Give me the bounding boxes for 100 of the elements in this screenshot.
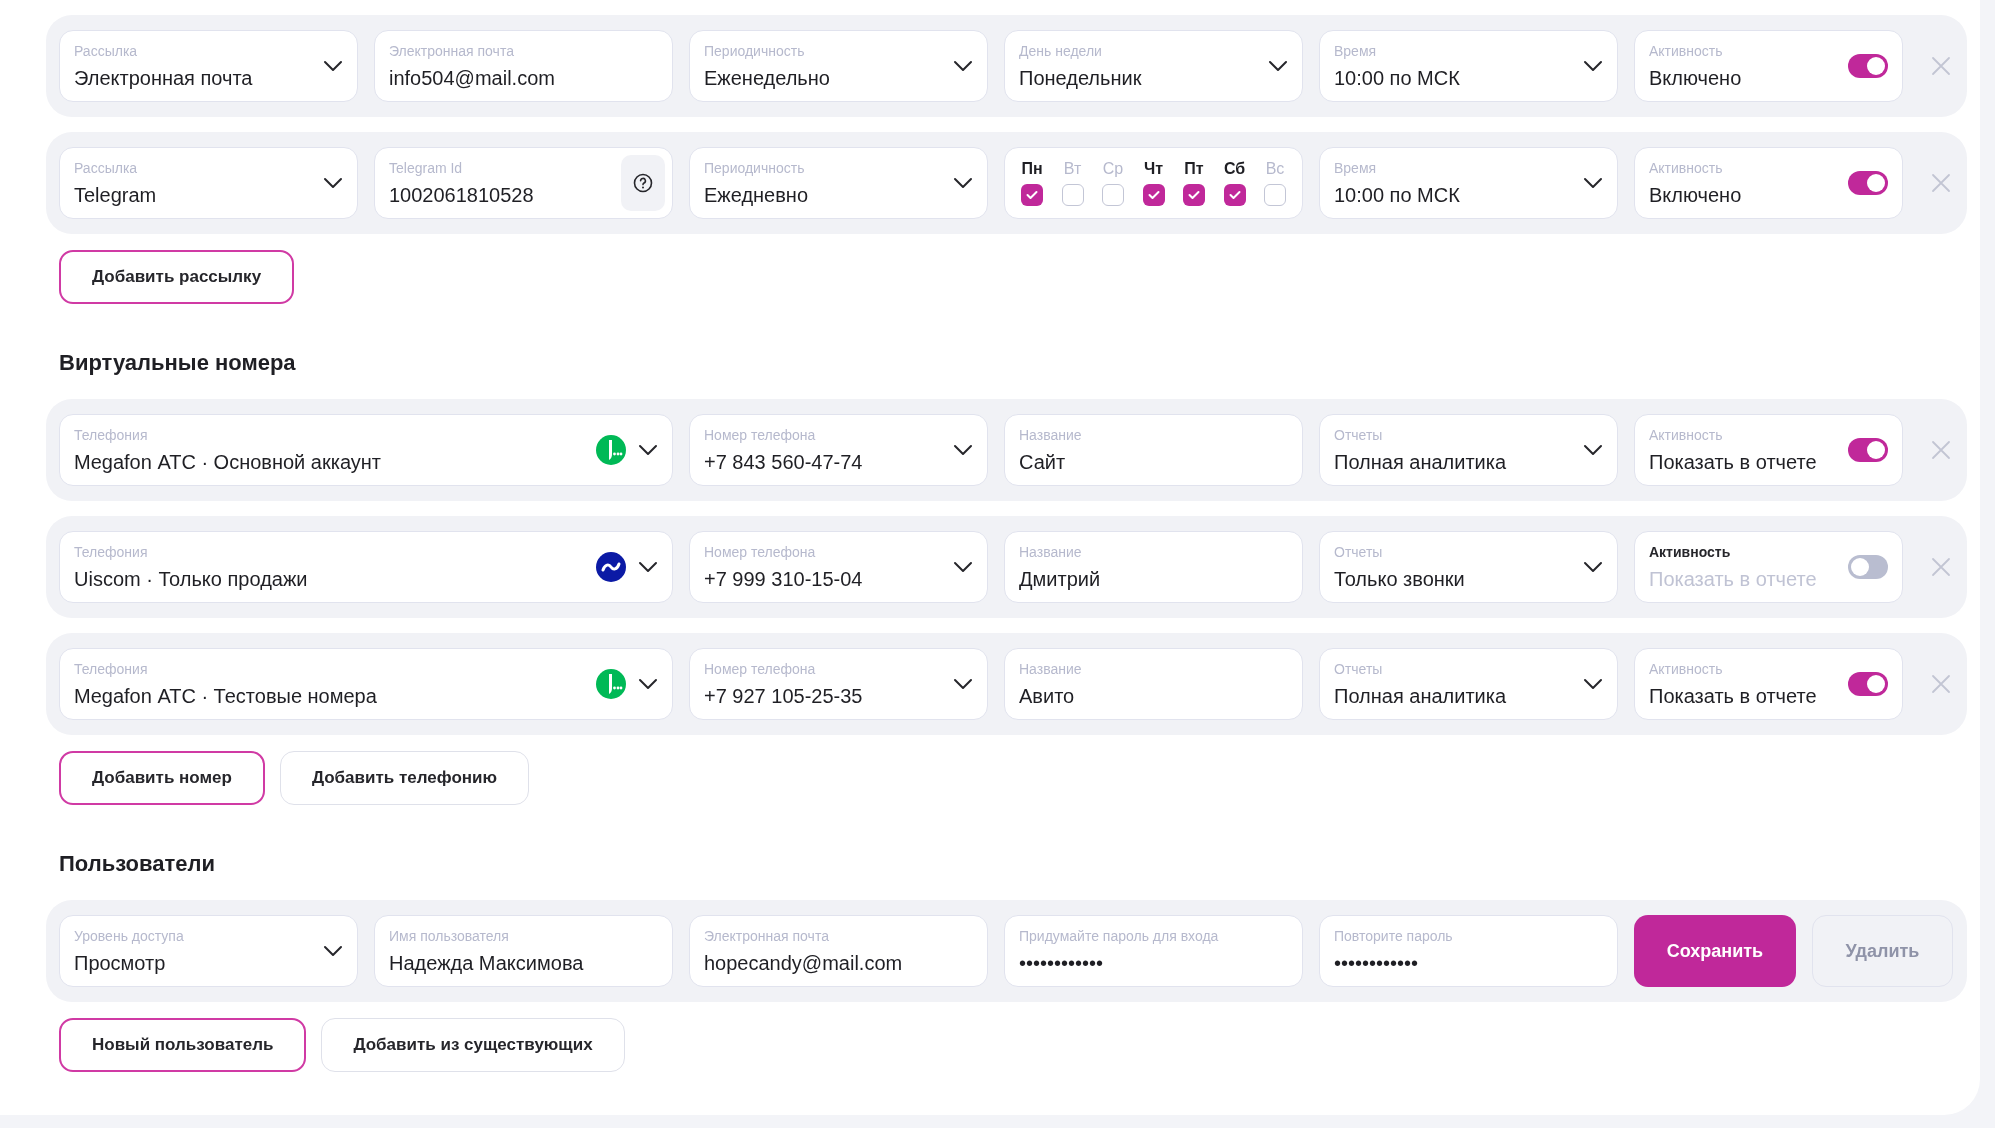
field-label: Активность (1649, 159, 1724, 177)
chevron-down-icon (953, 177, 973, 189)
checkbox[interactable] (1061, 184, 1084, 206)
field-value: Понедельник (1019, 66, 1143, 91)
field-label: Telegram Id (389, 159, 464, 177)
field-label: Уровень доступа (74, 927, 185, 945)
add-button[interactable]: Новый пользователь (59, 1018, 307, 1072)
input-field[interactable]: Имя пользователя Надежда Максимова (374, 915, 673, 987)
field-label: Активность (1649, 543, 1732, 561)
select-field[interactable]: Номер телефона +7 843 560-47-74 (689, 414, 988, 486)
select-field[interactable]: Время 10:00 по МСК (1319, 147, 1618, 219)
checkbox[interactable] (1264, 184, 1286, 206)
input-field[interactable]: Telegram Id 1002061810528 (374, 147, 673, 219)
field-value: Megafon АТС · Основной аккаунт (74, 450, 382, 475)
field-label: Активность (1649, 42, 1724, 60)
select-field[interactable]: Телефония Megafon АТС · Тестовые номера (59, 648, 673, 720)
chevron-down-icon (1583, 561, 1603, 573)
chevron-down-icon (323, 60, 343, 72)
input-field[interactable]: Название Дмитрий (1004, 531, 1303, 603)
toggle-switch[interactable] (1848, 54, 1888, 78)
input-field[interactable]: Электронная почта info504@mail.com (374, 30, 673, 102)
field-value: Просмотр (74, 951, 167, 976)
chevron-down-icon (1583, 177, 1603, 189)
toggle-field[interactable]: Активность Включено (1634, 30, 1903, 102)
password-field[interactable]: Повторите пароль •••••••••••• (1319, 915, 1618, 987)
toggle-field[interactable]: Активность Показать в отчете (1634, 414, 1903, 486)
chevron-down-icon (1583, 444, 1603, 456)
toggle-field[interactable]: Активность Показать в отчете (1634, 531, 1903, 603)
select-field[interactable]: Уровень доступа Просмотр (59, 915, 358, 987)
password-field[interactable]: Придумайте пароль для входа •••••••••••• (1004, 915, 1303, 987)
field-label: Телефония (74, 543, 149, 561)
field-label: Название (1019, 426, 1083, 444)
select-field[interactable]: День недели Понедельник (1004, 30, 1303, 102)
weekday-label: Сб (1223, 160, 1246, 178)
select-field[interactable]: Рассылка Telegram (59, 147, 358, 219)
check-icon (1147, 190, 1160, 200)
field-label: Название (1019, 660, 1083, 678)
field-value: •••••••••••• (1019, 951, 1105, 976)
field-label: Рассылка (74, 159, 139, 177)
input-field[interactable]: Название Сайт (1004, 414, 1303, 486)
field-value: Сайт (1019, 450, 1067, 475)
add-button[interactable]: Добавить телефонию (279, 751, 530, 805)
help-button[interactable] (621, 155, 665, 211)
select-field[interactable]: Отчеты Полная аналитика (1319, 648, 1618, 720)
checkbox[interactable] (1223, 184, 1246, 206)
add-button[interactable]: Добавить номер (59, 751, 265, 805)
field-value: Uiscom · Только продажи (74, 567, 309, 592)
toggle-switch[interactable] (1848, 672, 1888, 696)
select-field[interactable]: Отчеты Полная аналитика (1319, 414, 1618, 486)
toggle-field[interactable]: Активность Показать в отчете (1634, 648, 1903, 720)
field-value: +7 843 560-47-74 (704, 450, 864, 475)
field-label: Телефония (74, 660, 149, 678)
field-label: День недели (1019, 42, 1103, 60)
select-field[interactable]: Телефония Megafon АТС · Основной аккаунт (59, 414, 673, 486)
weekday-label: Чт (1143, 160, 1164, 178)
select-field[interactable]: Периодичность Ежедневно (689, 147, 988, 219)
field-label: Периодичность (704, 42, 806, 60)
field-value: Еженедельно (704, 66, 831, 91)
weekday-label: Пн (1021, 160, 1043, 178)
select-field[interactable]: Периодичность Еженедельно (689, 30, 988, 102)
toggle-field[interactable]: Активность Включено (1634, 147, 1903, 219)
add-button[interactable]: Добавить рассылку (59, 250, 295, 304)
field-value: Показать в отчете (1649, 567, 1818, 592)
toggle-switch[interactable] (1848, 171, 1888, 195)
select-field[interactable]: Рассылка Электронная почта (59, 30, 358, 102)
field-label: Отчеты (1334, 426, 1384, 444)
chevron-down-icon (1583, 60, 1603, 72)
chevron-down-icon (953, 444, 973, 456)
field-label: Отчеты (1334, 543, 1384, 561)
checkbox[interactable] (1021, 184, 1043, 206)
checkbox[interactable] (1183, 184, 1205, 206)
select-field[interactable]: Номер телефона +7 927 105-25-35 (689, 648, 988, 720)
toggle-switch[interactable] (1848, 438, 1888, 462)
field-label: Придумайте пароль для входа (1019, 927, 1220, 945)
chevron-down-icon (323, 177, 343, 189)
field-value: 10:00 по МСК (1334, 66, 1461, 91)
field-label: Название (1019, 543, 1083, 561)
checkbox[interactable] (1102, 184, 1124, 206)
input-field[interactable]: Название Авито (1004, 648, 1303, 720)
input-field[interactable]: Электронная почта hopecandy@mail.com (689, 915, 988, 987)
weekday-label: Пт (1184, 160, 1204, 178)
field-label: Повторите пароль (1334, 927, 1454, 945)
chevron-down-icon (953, 678, 973, 690)
select-field[interactable]: Телефония Uiscom · Только продажи (59, 531, 673, 603)
save-button[interactable]: Сохранить (1634, 915, 1796, 987)
field-label: Время (1334, 159, 1378, 177)
add-button[interactable]: Добавить из существующих (321, 1018, 625, 1072)
select-field[interactable]: Номер телефона +7 999 310-15-04 (689, 531, 988, 603)
field-value: Надежда Максимова (389, 951, 585, 976)
field-label: Рассылка (74, 42, 139, 60)
field-value: 10:00 по МСК (1334, 183, 1461, 208)
wave-logo-icon (596, 552, 626, 582)
select-field[interactable]: Отчеты Только звонки (1319, 531, 1618, 603)
checkbox[interactable] (1142, 184, 1165, 206)
field-value: Megafon АТС · Тестовые номера (74, 684, 378, 709)
weekday-label: Вт (1063, 160, 1082, 178)
chevron-down-icon (953, 561, 973, 573)
select-field[interactable]: Время 10:00 по МСК (1319, 30, 1618, 102)
toggle-switch[interactable] (1848, 555, 1888, 579)
field-label: Активность (1649, 426, 1724, 444)
